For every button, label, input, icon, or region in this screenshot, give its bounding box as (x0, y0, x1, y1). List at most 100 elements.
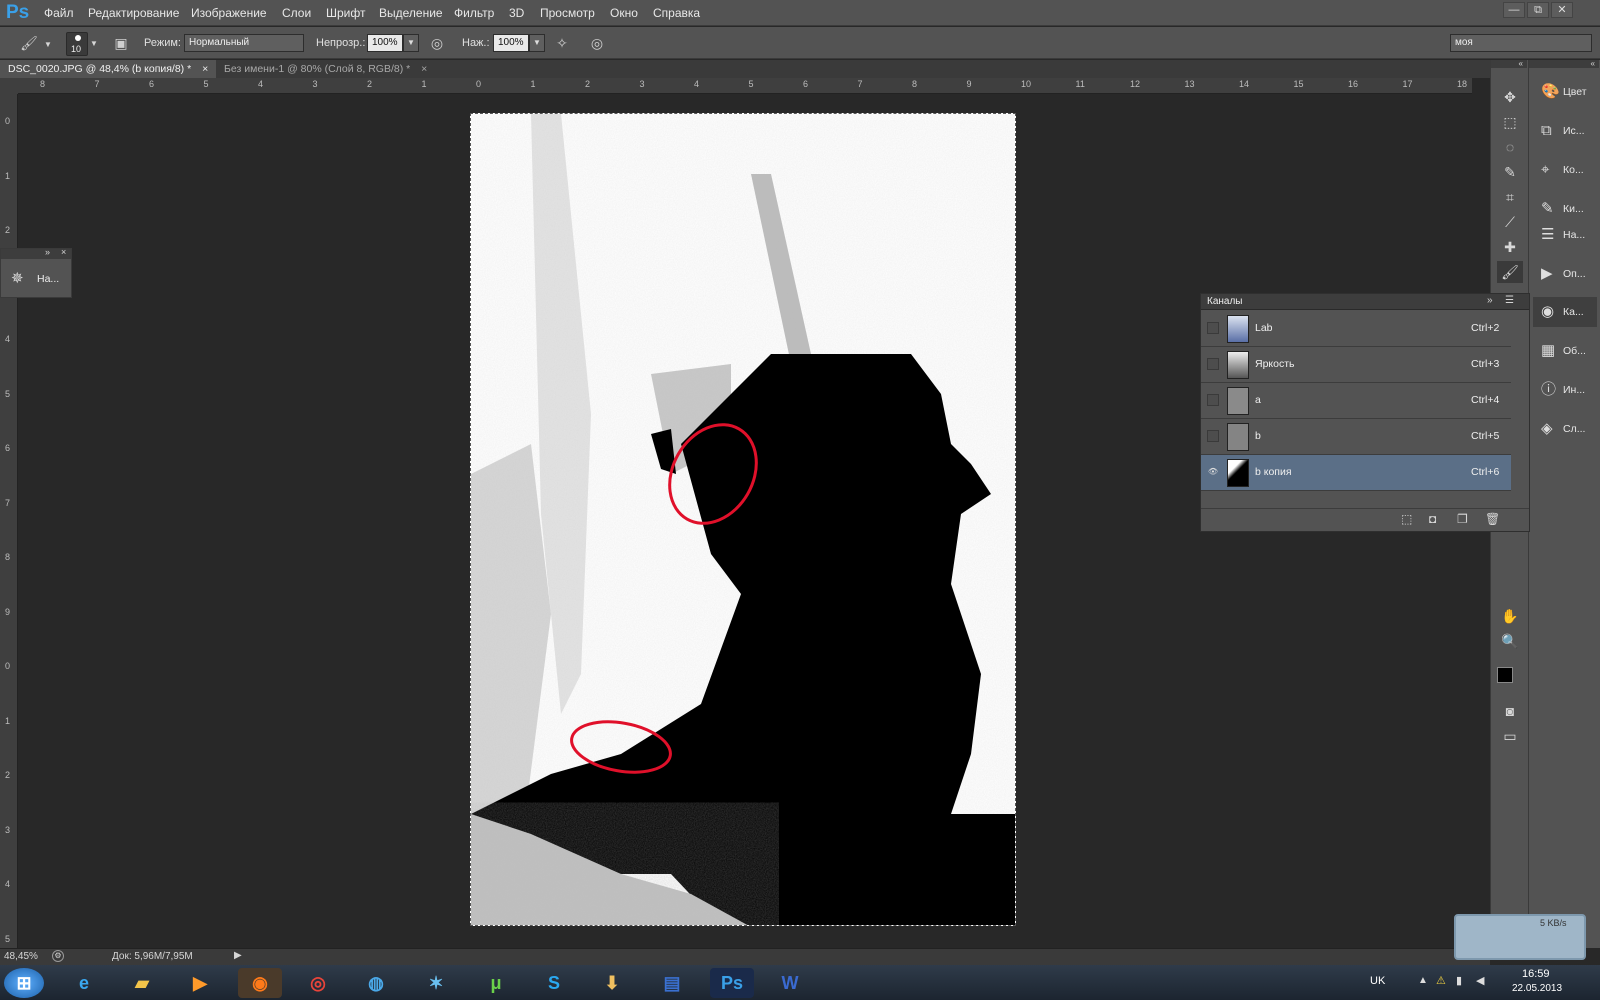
chevron-down-icon[interactable]: ▼ (44, 40, 52, 49)
collapse-icon[interactable]: » (45, 247, 50, 257)
hand-tool-icon[interactable]: ✋ (1497, 605, 1523, 627)
collapse-icon[interactable]: « (1491, 60, 1527, 68)
airbrush-icon[interactable]: ✧ (551, 33, 573, 55)
dock-actions[interactable]: ⌖ Ко... (1533, 155, 1597, 185)
pressure-dropdown[interactable]: ▼ (529, 34, 545, 52)
save-selection-icon[interactable]: ◘ (1429, 512, 1436, 526)
firefox-icon[interactable]: ◉ (238, 968, 282, 998)
downloads-icon[interactable]: ⬇ (590, 968, 634, 998)
quick-select-tool-icon[interactable]: ✎ (1497, 161, 1523, 183)
opacity-input[interactable]: 100% (367, 34, 403, 52)
dock-options[interactable]: ▶ Оп... (1533, 259, 1597, 289)
menu-image[interactable]: Изображение (191, 6, 267, 20)
trash-icon[interactable]: 🗑 (1485, 512, 1500, 526)
close-icon[interactable]: × (202, 63, 208, 75)
quick-mask-icon[interactable]: ◙ (1497, 700, 1523, 722)
panel-header[interactable]: » × (1, 247, 71, 259)
dock-grid[interactable]: ▦ Об... (1533, 336, 1597, 366)
photoshop-icon[interactable]: Ps (710, 968, 754, 998)
clock-time[interactable]: 16:59 (1522, 968, 1550, 980)
menu-layers[interactable]: Слои (282, 6, 311, 20)
warning-icon[interactable]: ⚠ (1436, 974, 1446, 987)
pressure-opacity-icon[interactable]: ◎ (426, 33, 448, 55)
mode-select[interactable]: Нормальный (184, 34, 304, 52)
lasso-tool-icon[interactable]: ◌ (1497, 136, 1523, 158)
menu-edit[interactable]: Редактирование (88, 6, 179, 20)
panel-menu-icon[interactable]: ☰ (1505, 295, 1514, 306)
move-tool-icon[interactable]: ✥ (1497, 86, 1523, 108)
menu-view[interactable]: Просмотр (540, 6, 595, 20)
workspace-select[interactable]: моя (1450, 34, 1592, 52)
new-channel-icon[interactable]: ❐ (1457, 512, 1468, 526)
brush-tool-icon[interactable]: 🖌 (1497, 261, 1523, 283)
network-speed-widget[interactable]: 5 KB/s (1454, 914, 1586, 960)
floating-panel[interactable]: » × ✵ На... (0, 247, 72, 298)
tab-untitled-1[interactable]: Без имени-1 @ 80% (Слой 8, RGB/8) * × (216, 60, 435, 78)
channel-row-b-copy[interactable]: 👁 b копия Ctrl+6 (1201, 455, 1511, 491)
menu-type[interactable]: Шрифт (326, 6, 365, 20)
healing-tool-icon[interactable]: ✚ (1497, 236, 1523, 258)
visibility-toggle[interactable] (1207, 394, 1219, 406)
eye-icon[interactable]: 👁 (1207, 466, 1219, 478)
collapse-icon[interactable]: » (1487, 295, 1493, 306)
language-indicator[interactable]: UK (1370, 975, 1385, 987)
chevron-down-icon[interactable]: ▼ (90, 39, 98, 48)
channel-row-a[interactable]: a Ctrl+4 (1201, 383, 1511, 419)
dock-history[interactable]: ⧉ Ис... (1533, 116, 1597, 146)
dock-adjustments[interactable]: ☰ На... (1533, 220, 1597, 250)
menu-help[interactable]: Справка (653, 6, 700, 20)
dock-color[interactable]: 🎨 Цвет (1533, 77, 1597, 107)
foreground-color-swatch[interactable] (1497, 667, 1513, 683)
channel-row-lab[interactable]: Lab Ctrl+2 (1201, 311, 1511, 347)
brush-tool-icon[interactable]: 🖌 (18, 33, 40, 55)
tray-chevron-icon[interactable]: ▲ (1418, 975, 1428, 986)
channels-panel[interactable]: Каналы » ☰ Lab Ctrl+2 Яркость Ctrl+3 a C… (1200, 293, 1530, 532)
screen-mode-icon[interactable]: ▭ (1497, 725, 1523, 747)
collapse-icon[interactable]: « (1529, 60, 1599, 68)
word-icon[interactable]: W (768, 968, 812, 998)
dock-layers[interactable]: ◈ Сл... (1533, 414, 1597, 444)
browser-icon[interactable]: ◍ (354, 968, 398, 998)
close-icon[interactable]: × (61, 247, 66, 257)
volume-icon[interactable]: ◀ (1476, 974, 1484, 987)
crop-tool-icon[interactable]: ⌗ (1497, 186, 1523, 208)
pressure-size-icon[interactable]: ◎ (586, 33, 608, 55)
menu-select[interactable]: Выделение (379, 6, 443, 20)
visibility-toggle[interactable] (1207, 430, 1219, 442)
skype-icon[interactable]: S (532, 968, 576, 998)
status-menu-arrow-icon[interactable]: ▶ (234, 950, 242, 961)
internet-explorer-icon[interactable]: e (62, 968, 106, 998)
close-window-button[interactable]: ✕ (1551, 2, 1573, 18)
utorrent-icon[interactable]: μ (474, 968, 518, 998)
brush-panel-icon[interactable]: ▣ (110, 33, 132, 55)
channel-row-b[interactable]: b Ctrl+5 (1201, 419, 1511, 455)
channel-row-lightness[interactable]: Яркость Ctrl+3 (1201, 347, 1511, 383)
visibility-toggle[interactable] (1207, 358, 1219, 370)
tab-dsc0020[interactable]: DSC_0020.JPG @ 48,4% (b копия/8) * × (0, 60, 217, 78)
visibility-toggle[interactable] (1207, 322, 1219, 334)
zoom-tool-icon[interactable]: 🔍 (1497, 630, 1523, 652)
marquee-tool-icon[interactable]: ⬚ (1497, 111, 1523, 133)
app-icon[interactable]: ✶ (414, 968, 458, 998)
eyedropper-tool-icon[interactable]: ⟋ (1497, 211, 1523, 233)
load-selection-icon[interactable]: ⬚ (1401, 512, 1412, 526)
menu-file[interactable]: Файл (44, 6, 74, 20)
brush-preset-picker[interactable]: 10 (66, 32, 88, 56)
document-canvas[interactable] (470, 113, 1016, 926)
opacity-dropdown[interactable]: ▼ (403, 34, 419, 52)
menu-3d[interactable]: 3D (509, 6, 524, 20)
close-icon[interactable]: × (421, 63, 427, 75)
start-button[interactable]: ⊞ (4, 968, 44, 998)
network-icon[interactable]: ▮ (1456, 974, 1462, 987)
dock-info[interactable]: ⓘ Ин... (1533, 375, 1597, 405)
pressure-input[interactable]: 100% (493, 34, 529, 52)
horizontal-ruler[interactable]: 8 7 6 5 4 3 2 1 0 1 2 3 4 5 6 7 8 9 10 11 12 13 14 15 16 17 18 (18, 78, 1472, 94)
minimize-button[interactable]: — (1503, 2, 1525, 18)
save-icon[interactable]: ▤ (650, 968, 694, 998)
ruler-corner[interactable] (0, 78, 18, 94)
status-info-icon[interactable]: ⚙ (52, 950, 64, 962)
dock-channels[interactable]: ◉ Ка... (1533, 297, 1597, 327)
restore-button[interactable]: ⧉ (1527, 2, 1549, 18)
media-player-icon[interactable]: ▶ (178, 968, 222, 998)
channels-panel-header[interactable]: Каналы » ☰ (1201, 294, 1529, 310)
